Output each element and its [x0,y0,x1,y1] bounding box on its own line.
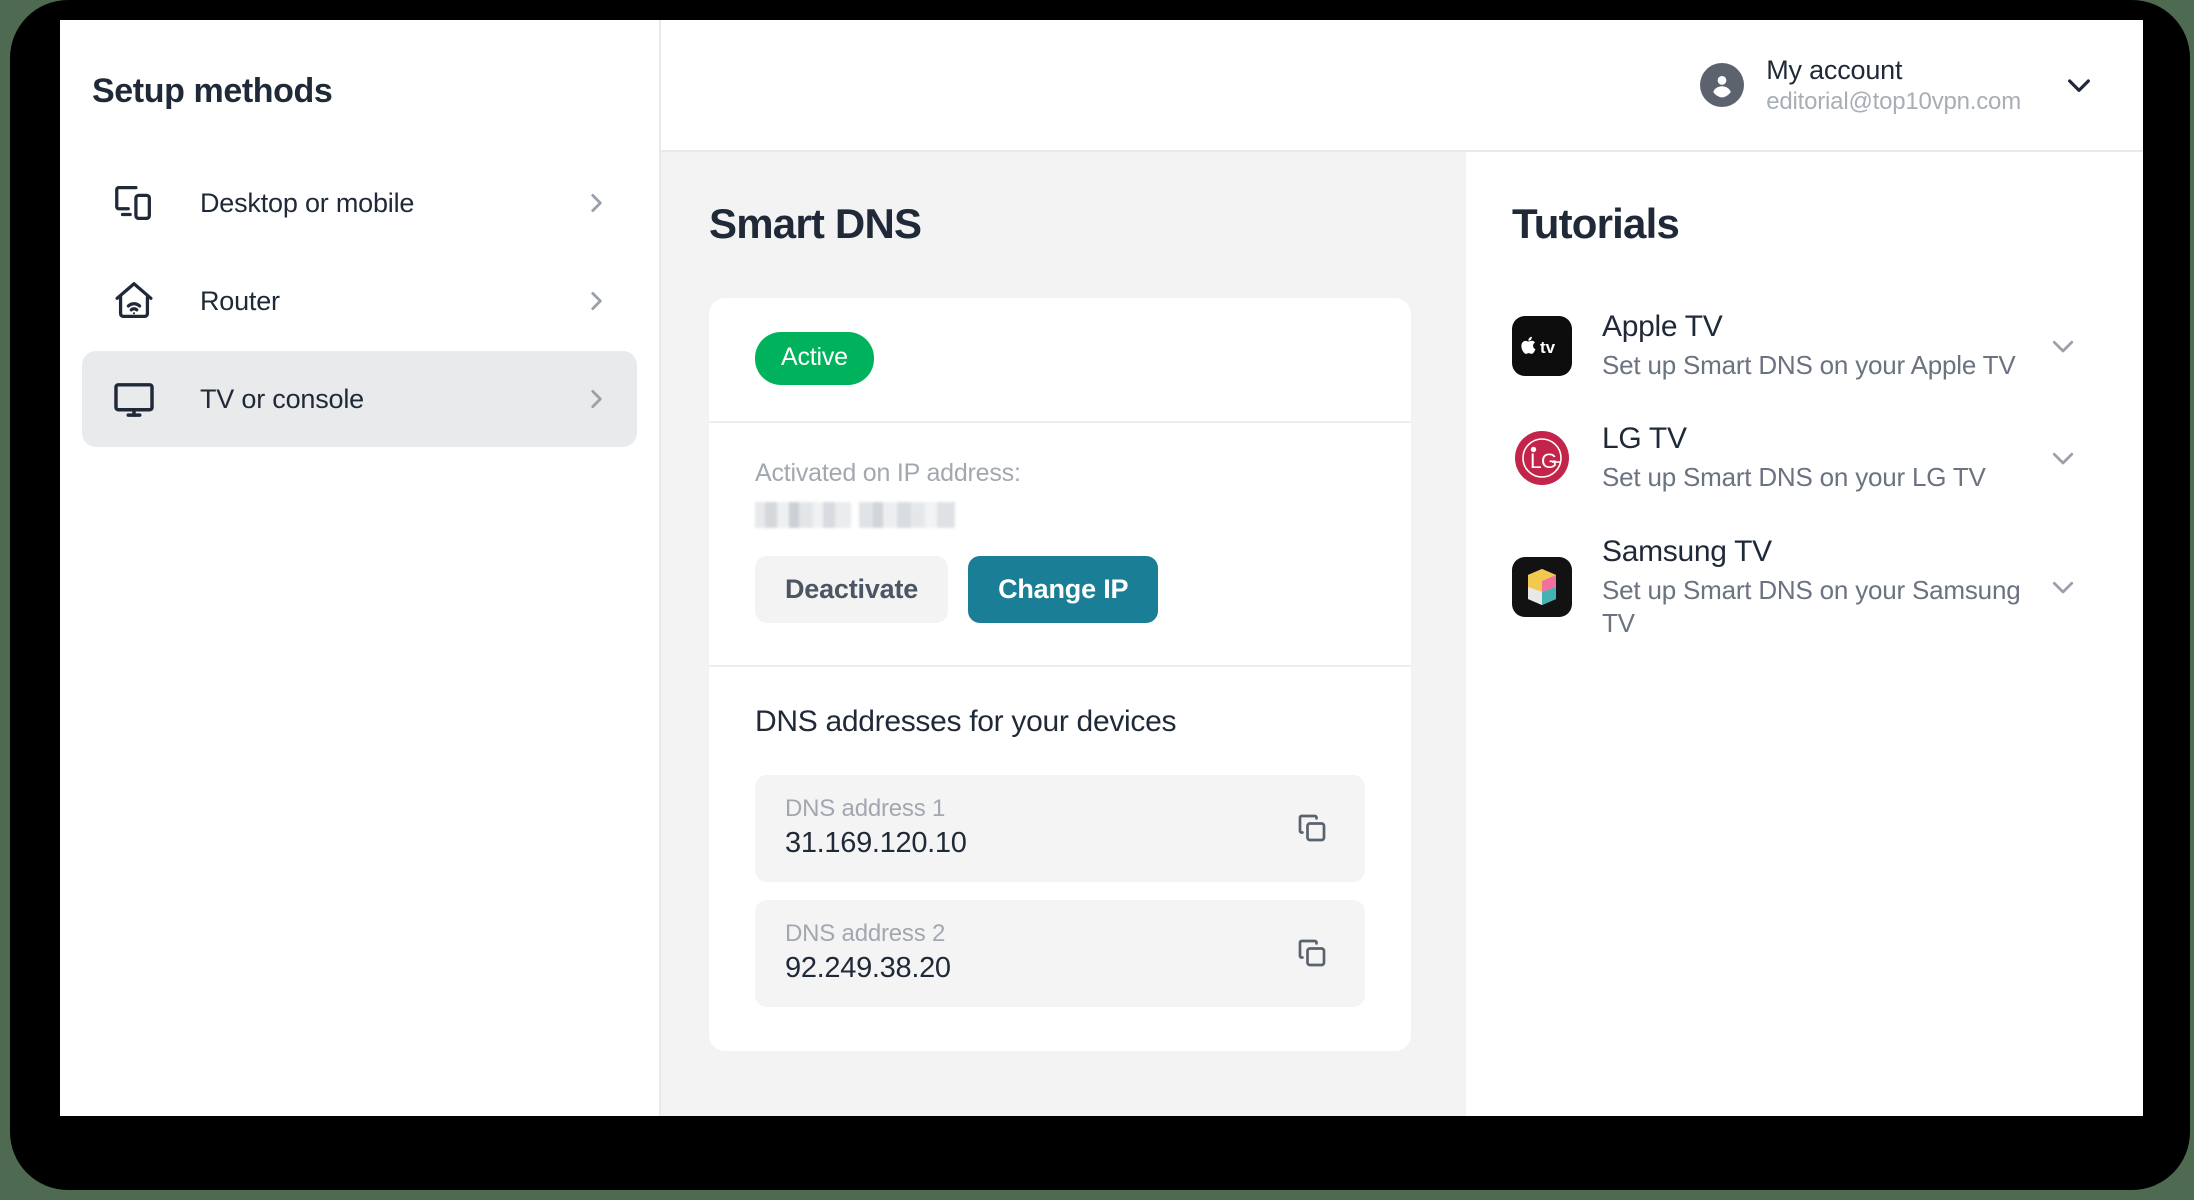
account-menu[interactable]: My account editorial@top10vpn.com [1700,54,2095,116]
account-email: editorial@top10vpn.com [1766,87,2021,115]
app-screen: Setup methods Desktop or mobile Router T… [60,20,2143,1116]
tutorial-texts: LG TV Set up Smart DNS on your LG TV [1602,422,2043,494]
tutorials-title: Tutorials [1512,200,1680,247]
account-name: My account [1766,54,1903,85]
chevron-right-icon [583,386,609,412]
tutorial-texts: Apple TV Set up Smart DNS on your Apple … [1602,310,2043,382]
chevron-down-icon[interactable] [2043,443,2083,473]
svg-text:L: L [1530,450,1542,473]
chevron-down-icon[interactable] [2063,69,2095,101]
sidebar-item-label: Desktop or mobile [200,187,415,218]
tutorial-description: Set up Smart DNS on your LG TV [1602,462,1986,493]
svg-text:tv: tv [1540,338,1556,357]
sidebar-item-tv-or-console[interactable]: TV or console [82,351,637,447]
tutorial-item-apple-tv[interactable]: tv Apple TV Set up Smart DNS on your App… [1512,310,2083,382]
dns-row-texts: DNS address 1 31.169.120.10 [785,795,1289,860]
user-avatar-icon [1700,62,1745,107]
dns-section-heading: DNS addresses for your devices [755,705,1177,738]
tv-monitor-icon [108,373,160,425]
card-ip-section: Activated on IP address: Deactivate Chan… [709,423,1411,667]
tutorials-panel: Tutorials tv Apple TV Set up Smart DNS o… [1466,152,2143,1116]
sidebar-title: Setup methods [92,72,333,110]
card-dns-section: DNS addresses for your devices DNS addre… [709,667,1411,1051]
copy-icon[interactable] [1289,805,1335,851]
tutorial-name: LG TV [1602,422,1687,456]
lg-logo-icon: L G [1512,428,1572,488]
right-area: My account editorial@top10vpn.com Smart … [661,20,2143,1116]
dns-row-texts: DNS address 2 92.249.38.20 [785,920,1289,985]
sidebar-item-router[interactable]: Router [82,253,637,349]
samsung-logo-icon [1512,557,1572,618]
activated-ip-value-redacted [755,502,955,528]
dns-address-label: DNS address 1 [785,795,946,822]
chevron-down-icon[interactable] [2043,331,2083,361]
tutorial-name: Samsung TV [1602,534,1772,568]
setup-methods-list: Desktop or mobile Router TV or console [60,155,659,447]
account-text: My account editorial@top10vpn.com [1766,54,2021,116]
tutorial-texts: Samsung TV Set up Smart DNS on your Sams… [1602,535,2043,641]
chevron-right-icon [583,288,609,314]
ip-actions: Deactivate Change IP [755,556,1365,623]
router-home-icon [108,275,160,327]
apple-tv-logo-icon: tv [1512,316,1572,377]
tutorial-description: Set up Smart DNS on your Samsung TV [1602,574,2021,638]
change-ip-button[interactable]: Change IP [968,556,1159,623]
tutorial-item-samsung-tv[interactable]: Samsung TV Set up Smart DNS on your Sams… [1512,535,2083,641]
tutorial-name: Apple TV [1602,310,1723,343]
sidebar-item-desktop-or-mobile[interactable]: Desktop or mobile [82,155,637,251]
smart-dns-card: Active Activated on IP address: Deactiva… [709,298,1411,1051]
devices-icon [108,177,160,229]
dns-address-label: DNS address 2 [785,920,946,947]
copy-icon[interactable] [1289,930,1335,976]
dns-address-row: DNS address 1 31.169.120.10 [755,775,1365,882]
sidebar: Setup methods Desktop or mobile Router T… [60,20,661,1116]
sidebar-item-label: TV or console [200,383,364,414]
smart-dns-panel: Smart DNS Active Activated on IP address… [661,152,1466,1116]
chevron-down-icon[interactable] [2043,572,2083,602]
status-badge: Active [755,332,874,385]
card-status-section: Active [709,298,1411,423]
tutorial-item-lg-tv[interactable]: L G LG TV Set up Smart DNS on your LG TV [1512,422,2083,494]
page-title: Smart DNS [709,200,922,247]
device-frame: Setup methods Desktop or mobile Router T… [10,0,2190,1190]
activated-ip-label: Activated on IP address: [755,459,1021,487]
chevron-right-icon [583,190,609,216]
tutorial-description: Set up Smart DNS on your Apple TV [1602,350,2016,380]
dns-address-value: 92.249.38.20 [785,952,951,984]
deactivate-button[interactable]: Deactivate [755,556,949,623]
dns-address-value: 31.169.120.10 [785,827,967,859]
dns-address-row: DNS address 2 92.249.38.20 [755,900,1365,1007]
sidebar-item-label: Router [200,285,280,316]
body-columns: Smart DNS Active Activated on IP address… [661,152,2143,1116]
top-header: My account editorial@top10vpn.com [661,20,2143,152]
